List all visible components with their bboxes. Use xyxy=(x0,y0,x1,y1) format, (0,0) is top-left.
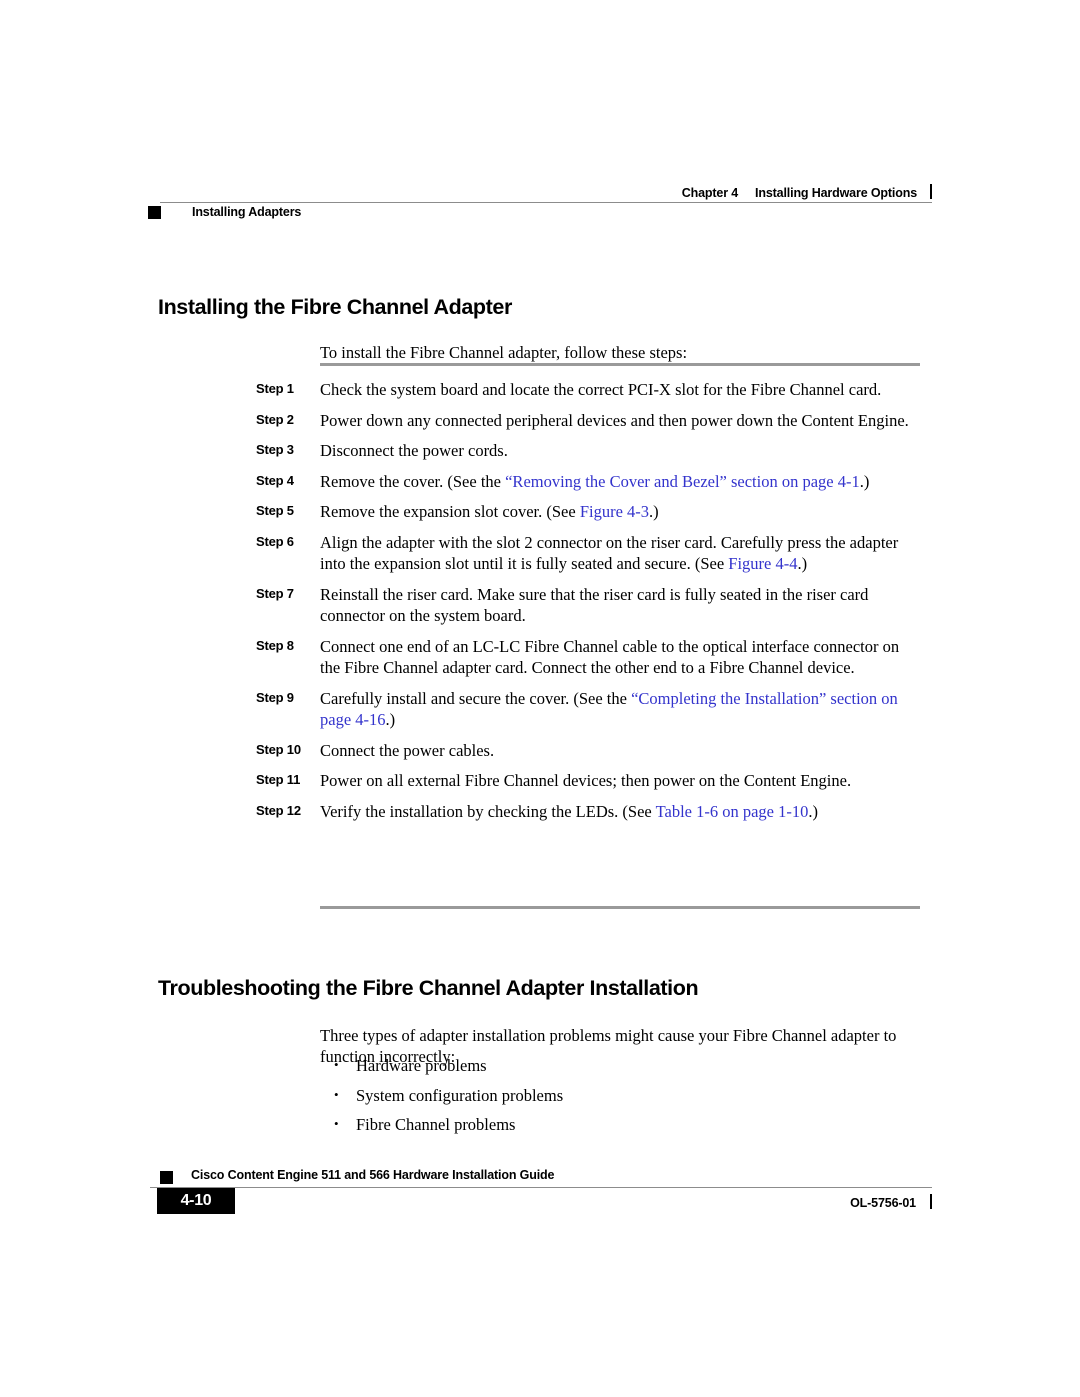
step-text-run: Remove the expansion slot cover. (See xyxy=(320,502,580,521)
step-text-run: Disconnect the power cords. xyxy=(320,441,508,460)
document-page: Chapter 4 Installing Hardware Options In… xyxy=(0,0,1080,1397)
cross-reference-link[interactable]: “Removing the Cover and Bezel” section o… xyxy=(505,472,860,491)
step-text-run: .) xyxy=(797,554,808,573)
change-bar-icon xyxy=(930,184,932,199)
step-label: Step 8 xyxy=(256,637,294,653)
steps-bottom-rule xyxy=(320,906,920,909)
step-label: Step 1 xyxy=(256,381,294,396)
section-heading-troubleshooting: Troubleshooting the Fibre Channel Adapte… xyxy=(158,976,699,1001)
step-text: Align the adapter with the slot 2 connec… xyxy=(320,532,920,575)
square-marker-icon xyxy=(148,205,161,219)
page-number: 4-10 xyxy=(180,1192,212,1209)
footer-divider xyxy=(150,1187,932,1188)
step-row: Step 6 Align the adapter with the slot 2 … xyxy=(256,532,920,575)
change-bar-icon xyxy=(930,1194,932,1209)
cross-reference-link[interactable]: Figure 4-4 xyxy=(728,554,797,573)
step-row: Step 2 Power down any connected periphera… xyxy=(256,410,920,432)
list-item: Fibre Channel problems xyxy=(334,1113,914,1136)
header-chapter-row: Chapter 4 Installing Hardware Options xyxy=(682,182,932,200)
step-text-run: Connect the power cables. xyxy=(320,740,495,760)
step-text: Check the system board and locate the co… xyxy=(320,379,920,401)
step-row: Step 5 Remove the expansion slot cover. (… xyxy=(256,501,920,523)
step-text: Power on all external Fibre Channel devi… xyxy=(320,770,920,792)
steps-list: Step 1 Check the system board and locate … xyxy=(256,379,920,831)
step-text-run: Connect one end of an LC-LC Fibre Channe… xyxy=(320,636,900,678)
step-row: Step 8 Connect one end of an LC-LC Fibre … xyxy=(256,636,920,679)
cross-reference-link[interactable]: Figure 4-3 xyxy=(580,502,649,521)
step-label: Step 7 xyxy=(256,585,294,601)
step-text-run: Reinstall the riser card. Make sure that… xyxy=(320,584,869,626)
page-footer: Cisco Content Engine 511 and 566 Hardwar… xyxy=(150,1167,932,1225)
step-text-run: Carefully install and secure the cover. … xyxy=(320,688,632,708)
list-item: Hardware problems xyxy=(334,1054,914,1077)
step-text: Disconnect the power cords. xyxy=(320,440,920,462)
step-text: Reinstall the riser card. Make sure that… xyxy=(320,584,920,627)
step-text-run: Align the adapter with the slot 2 connec… xyxy=(320,532,899,574)
header-chapter-title: Installing Hardware Options xyxy=(755,186,917,200)
problem-type-list: Hardware problems System configuration pr… xyxy=(334,1054,914,1144)
step-text: Connect one end of an LC-LC Fibre Channe… xyxy=(320,636,920,679)
step-text: Remove the cover. (See the “Removing the… xyxy=(320,471,920,493)
step-row: Step 7 Reinstall the riser card. Make sur… xyxy=(256,584,920,627)
step-label: Step 10 xyxy=(256,741,301,757)
step-label: Step 4 xyxy=(256,472,294,488)
step-row: Step 1 Check the system board and locate … xyxy=(256,379,920,401)
step-text-run: .) xyxy=(859,471,870,491)
document-id: OL-5756-01 xyxy=(850,1196,916,1210)
step-text-run: Check the system board and locate the co… xyxy=(320,380,882,399)
step-text: Remove the expansion slot cover. (See Fi… xyxy=(320,501,920,523)
page-header: Chapter 4 Installing Hardware Options In… xyxy=(148,182,932,230)
square-marker-icon xyxy=(160,1171,173,1184)
footer-docid-row: OL-5756-01 xyxy=(850,1192,932,1210)
step-row: Step 4 Remove the cover. (See the “Removi… xyxy=(256,471,920,493)
page-number-badge: 4-10 xyxy=(157,1188,235,1214)
step-text-run: .) xyxy=(385,710,396,729)
step-label: Step 3 xyxy=(256,442,294,457)
step-row: Step 12 Verify the installation by checki… xyxy=(256,801,920,823)
step-text-run: Remove the cover. (See the xyxy=(320,471,506,491)
footer-guide-title: Cisco Content Engine 511 and 566 Hardwar… xyxy=(191,1168,555,1182)
step-text-run: .) xyxy=(808,801,818,821)
step-text-run: .) xyxy=(649,502,659,521)
header-running-title: Installing Adapters xyxy=(192,205,302,219)
step-text: Power down any connected peripheral devi… xyxy=(320,410,920,432)
step-label: Step 6 xyxy=(256,533,294,549)
section-heading-installing: Installing the Fibre Channel Adapter xyxy=(158,295,512,320)
cross-reference-link[interactable]: Table 1-6 on page 1-10 xyxy=(656,802,809,821)
step-label: Step 5 xyxy=(256,503,294,518)
step-row: Step 9 Carefully install and secure the c… xyxy=(256,688,920,731)
step-label: Step 9 xyxy=(256,689,294,705)
steps-top-rule xyxy=(320,363,920,366)
step-text: Verify the installation by checking the … xyxy=(320,801,920,823)
step-text-run: Power down any connected peripheral devi… xyxy=(320,410,909,430)
step-label: Step 12 xyxy=(256,802,301,818)
list-item: System configuration problems xyxy=(334,1084,914,1107)
intro-paragraph-installing: To install the Fibre Channel adapter, fo… xyxy=(320,342,688,362)
step-row: Step 3 Disconnect the power cords. xyxy=(256,440,920,462)
header-running-row: Installing Adapters xyxy=(148,205,301,219)
header-chapter-number: Chapter 4 xyxy=(681,186,739,200)
step-text-run: Verify the installation by checking the … xyxy=(320,801,656,821)
step-label: Step 11 xyxy=(256,772,301,787)
step-text: Carefully install and secure the cover. … xyxy=(320,688,920,731)
header-divider xyxy=(160,202,932,203)
step-row: Step 11 Power on all external Fibre Chann… xyxy=(256,770,920,792)
step-label: Step 2 xyxy=(256,411,294,427)
step-text: Connect the power cables. xyxy=(320,740,920,762)
step-text-run: Power on all external Fibre Channel devi… xyxy=(320,771,852,790)
step-row: Step 10 Connect the power cables. xyxy=(256,740,920,762)
